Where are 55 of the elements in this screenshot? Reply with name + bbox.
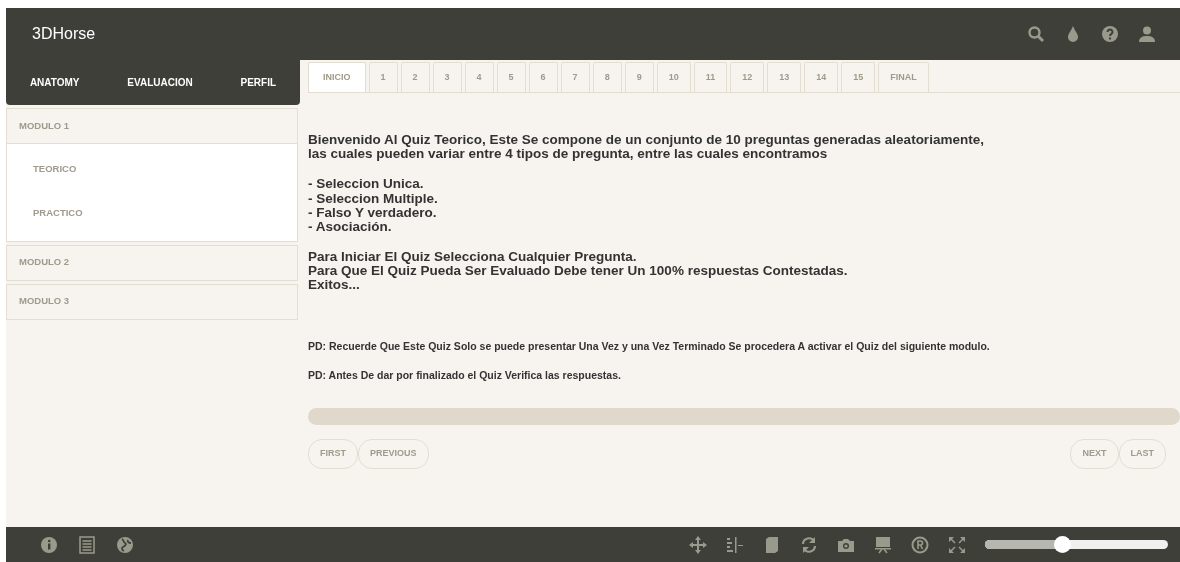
- tab[interactable]: 1: [368, 62, 398, 92]
- text-line: Para Iniciar El Quiz Selecciona Cualquier Pregunta.: [308, 250, 638, 265]
- help-icon[interactable]: [1101, 25, 1119, 43]
- tab[interactable]: 11: [693, 62, 728, 92]
- globe-icon[interactable]: [116, 535, 134, 554]
- tab[interactable]: 12: [730, 62, 765, 92]
- text-line: Exitos...: [308, 278, 360, 293]
- text-line: Para Que El Quiz Pueda Ser Evaluado Debe tener Un 100% respuestas Contestadas.: [308, 264, 849, 279]
- user-icon[interactable]: [1138, 25, 1156, 43]
- tab[interactable]: 4: [464, 62, 494, 92]
- tab[interactable]: 14: [804, 62, 839, 92]
- tab[interactable]: 5: [496, 62, 526, 92]
- presentation-icon[interactable]: [874, 535, 892, 554]
- text-line: - Falso Y verdadero.: [308, 205, 438, 220]
- search-icon[interactable]: [1027, 25, 1045, 43]
- note-text: PD: Recuerde Que Este Quiz Solo se puede presentar Una Vez y una Vez Terminado Se procedera A activar el Quiz del siguiente modulo.: [308, 338, 991, 354]
- tab[interactable]: 7: [560, 62, 590, 92]
- text-line: - Seleccion Multiple.: [308, 191, 439, 206]
- text-line: Bienvenido Al Quiz Teorico, Este Se compone de un conjunto de 10 preguntas generadas aleatoriamente,: [308, 133, 985, 148]
- tab[interactable]: 3: [432, 62, 462, 92]
- move-icon[interactable]: [689, 535, 707, 554]
- text-line: - Asociación.: [308, 219, 393, 235]
- tab[interactable]: 15: [841, 62, 876, 92]
- accordion-header[interactable]: MODULO 2: [6, 244, 298, 281]
- tab[interactable]: 9: [624, 62, 654, 92]
- book-icon[interactable]: [763, 535, 781, 554]
- align-icon[interactable]: [726, 535, 744, 554]
- accordion-header[interactable]: MODULO 1: [6, 108, 298, 144]
- fullscreen-icon[interactable]: [948, 535, 966, 554]
- tab[interactable]: INICIO: [308, 62, 366, 92]
- app-title: 3DHorse: [32, 24, 96, 44]
- tab[interactable]: FINAL: [878, 62, 929, 92]
- nav-link[interactable]: PERFIL: [240, 75, 277, 90]
- tab[interactable]: 13: [767, 62, 802, 92]
- accordion-header[interactable]: MODULO 3: [6, 283, 298, 320]
- nav-link[interactable]: ANATOMY: [29, 75, 80, 90]
- nav-link[interactable]: EVALUACION: [127, 75, 193, 90]
- tab[interactable]: 8: [592, 62, 622, 92]
- pager-button[interactable]: NEXT: [1070, 439, 1119, 469]
- tab[interactable]: 2: [400, 62, 430, 92]
- info-icon[interactable]: [40, 535, 58, 554]
- text-line: - Seleccion Unica.: [308, 177, 425, 192]
- menu-item[interactable]: TEORICO: [33, 158, 297, 181]
- note-text: PD: Antes De dar por finalizado el Quiz Verifica las respuestas.: [308, 368, 622, 384]
- text-line: las cuales pueden variar entre 4 tipos de pregunta, entre las cuales encontramos: [308, 147, 828, 162]
- menu-item[interactable]: PRACTICO: [33, 202, 297, 225]
- tab[interactable]: 10: [656, 62, 691, 92]
- slider-thumb[interactable]: [1053, 536, 1071, 553]
- pager-button[interactable]: FIRST: [308, 439, 358, 469]
- pager-button[interactable]: LAST: [1118, 439, 1166, 469]
- refresh-icon[interactable]: [800, 535, 818, 554]
- tab[interactable]: 6: [528, 62, 558, 92]
- pager-button[interactable]: PREVIOUS: [358, 439, 429, 469]
- list-icon[interactable]: [78, 535, 96, 554]
- registered-icon[interactable]: [911, 535, 929, 554]
